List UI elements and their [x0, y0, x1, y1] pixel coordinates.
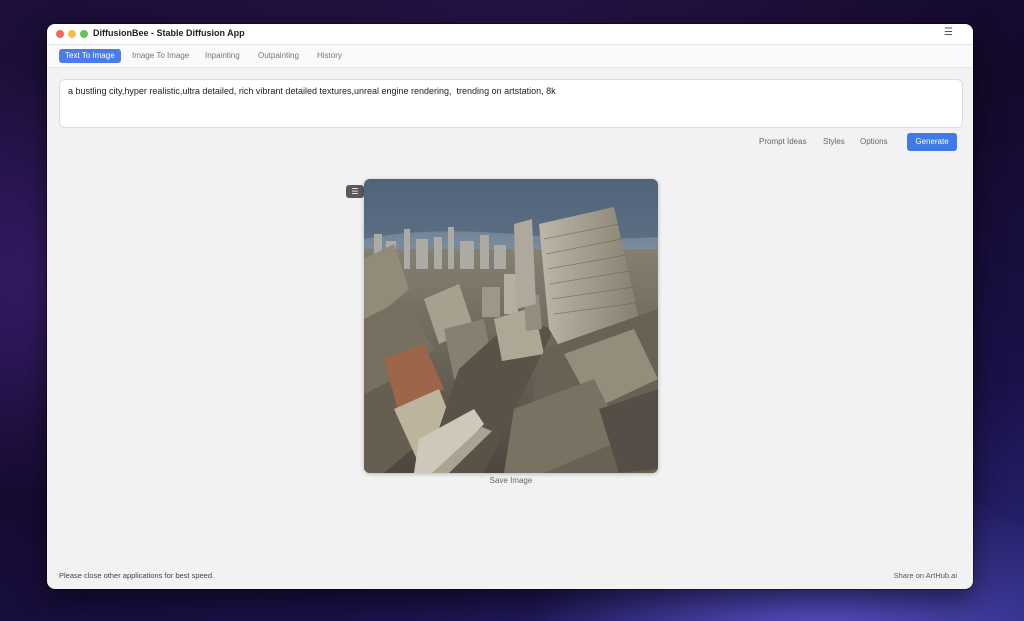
prompt-input[interactable]: a bustling city,hyper realistic,ultra de…	[59, 79, 963, 128]
minimize-window-button[interactable]	[68, 30, 76, 38]
city-render-image	[364, 179, 658, 473]
generated-image	[364, 179, 658, 473]
tab-outpainting[interactable]: Outpainting	[252, 49, 305, 63]
title-bar: DiffusionBee - Stable Diffusion App ☰	[47, 24, 973, 45]
prompt-ideas-button[interactable]: Prompt Ideas	[759, 137, 807, 146]
save-image-button[interactable]: Save Image	[364, 476, 658, 485]
app-title: DiffusionBee - Stable Diffusion App	[93, 28, 245, 38]
tab-inpainting[interactable]: Inpainting	[199, 49, 246, 63]
speed-hint: Please close other applications for best…	[59, 571, 215, 580]
app-window: DiffusionBee - Stable Diffusion App ☰ Te…	[47, 24, 973, 589]
image-menu-icon[interactable]: ☰	[346, 185, 364, 198]
tab-history[interactable]: History	[311, 49, 348, 63]
share-arthub-link[interactable]: Share on ArtHub.ai	[894, 571, 957, 580]
tab-image-to-image[interactable]: Image To Image	[126, 49, 195, 63]
options-button[interactable]: Options	[860, 137, 888, 146]
styles-button[interactable]: Styles	[823, 137, 845, 146]
prompt-text: a bustling city,hyper realistic,ultra de…	[68, 86, 556, 96]
generate-button[interactable]: Generate	[907, 133, 957, 151]
tab-bar: Text To Image Image To Image Inpainting …	[47, 45, 973, 68]
tab-text-to-image[interactable]: Text To Image	[59, 49, 121, 63]
zoom-window-button[interactable]	[80, 30, 88, 38]
hamburger-icon[interactable]: ☰	[944, 28, 953, 38]
close-window-button[interactable]	[56, 30, 64, 38]
